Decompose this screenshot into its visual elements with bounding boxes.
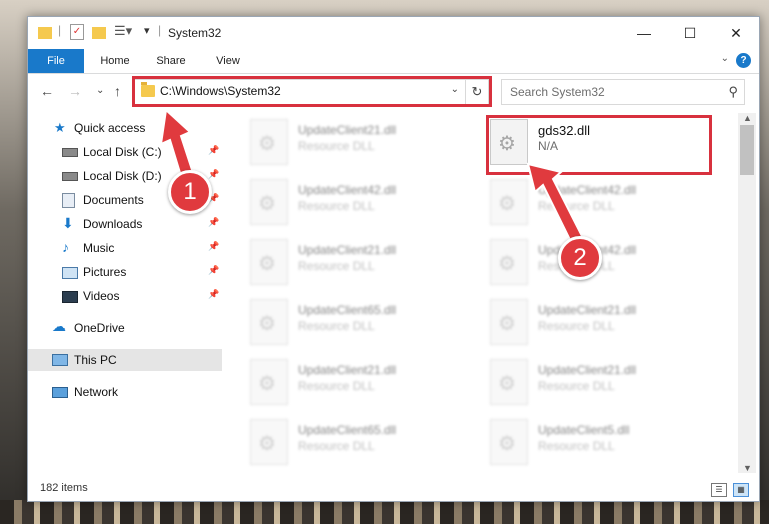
callout-arrows: [159, 107, 586, 248]
callout-badge-2: 2: [558, 236, 602, 280]
callout-arrow-2: [526, 162, 586, 248]
callout-badge-1: 1: [168, 170, 212, 214]
